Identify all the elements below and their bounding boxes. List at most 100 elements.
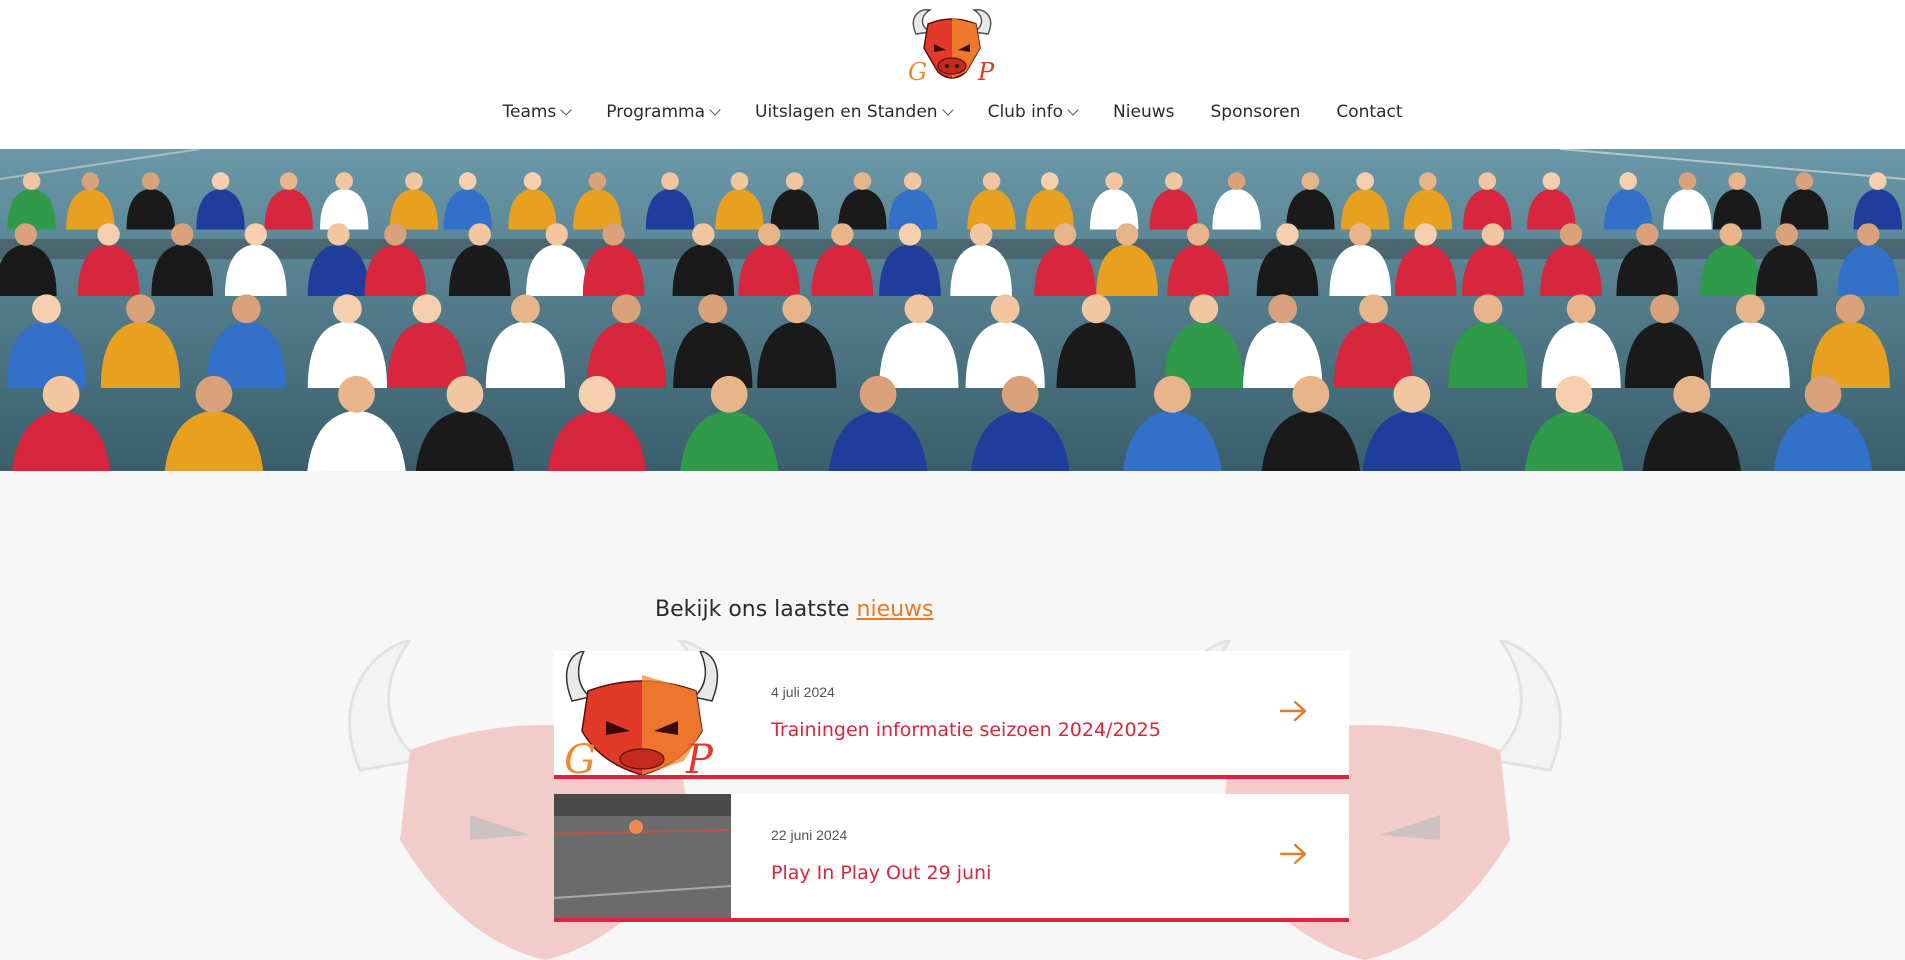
- person-head: [1728, 172, 1746, 190]
- person-head: [730, 172, 749, 190]
- nav-item-contact[interactable]: Contact: [1336, 102, 1402, 122]
- person-head: [338, 375, 375, 413]
- news-card[interactable]: 22 juni 2024 Play In Play Out 29 juni: [554, 794, 1349, 922]
- person-head: [1775, 223, 1798, 246]
- person-head: [1276, 223, 1299, 246]
- person-head: [1481, 223, 1505, 246]
- person-head: [1040, 172, 1059, 190]
- news-intro-text: Bekijk ons laatste: [655, 597, 857, 622]
- svg-text:G: G: [908, 58, 927, 86]
- person-head: [141, 172, 160, 190]
- person-head: [231, 294, 261, 324]
- person-head: [785, 172, 804, 190]
- news-thumbnail: G P: [554, 651, 731, 775]
- person-head: [898, 223, 922, 246]
- nav-label: Programma: [606, 102, 706, 122]
- news-title[interactable]: Play In Play Out 29 juni: [771, 862, 991, 884]
- person-head: [1857, 223, 1880, 246]
- chevron-down-icon: [1067, 103, 1079, 116]
- arrow-right-icon[interactable]: [1279, 842, 1309, 866]
- person-head: [831, 223, 854, 246]
- person-head: [904, 294, 934, 324]
- nav-item-programma[interactable]: Programma: [606, 102, 721, 122]
- person-head: [22, 172, 41, 190]
- person-head: [1227, 172, 1246, 190]
- nav-item-nieuws[interactable]: Nieuws: [1113, 102, 1174, 122]
- person-head: [1268, 294, 1298, 324]
- person-head: [384, 223, 407, 246]
- person-head: [1804, 375, 1842, 413]
- person-head: [412, 294, 442, 324]
- person-head: [97, 223, 120, 246]
- person-head: [1566, 294, 1596, 324]
- person-head: [1186, 223, 1210, 246]
- person-head: [1673, 375, 1711, 413]
- person-head: [1835, 294, 1865, 324]
- bulls-logo-thumbnail: G P: [554, 651, 731, 775]
- person-head: [969, 223, 993, 246]
- person-head: [1636, 223, 1659, 246]
- person-head: [446, 375, 484, 413]
- person-head: [244, 223, 267, 246]
- news-link[interactable]: nieuws: [857, 597, 934, 622]
- svg-text:G: G: [564, 737, 596, 775]
- person-head: [1292, 375, 1330, 413]
- person-head: [332, 294, 362, 324]
- nav-label: Uitslagen en Standen: [755, 102, 938, 122]
- person-head: [1555, 375, 1593, 413]
- person-head: [588, 172, 607, 190]
- news-card[interactable]: G P 4 juli 2024 Trainingen informatie se…: [554, 651, 1349, 779]
- chevron-down-icon: [560, 103, 572, 116]
- arrow-right-icon[interactable]: [1279, 699, 1309, 723]
- person-head: [1473, 294, 1503, 324]
- nav-label: Nieuws: [1113, 102, 1175, 122]
- person-head: [692, 223, 715, 246]
- person-head: [14, 223, 37, 246]
- floor-ball-photo: [554, 794, 731, 918]
- nav-label: Club info: [987, 102, 1064, 122]
- person-head: [405, 172, 423, 190]
- person-head: [327, 223, 350, 246]
- person-head: [1349, 223, 1372, 246]
- person-head: [602, 223, 625, 246]
- person-head: [1559, 223, 1583, 246]
- person-head: [42, 375, 80, 413]
- person-head: [1678, 172, 1697, 190]
- news-date: 4 juli 2024: [771, 684, 835, 700]
- person-head: [335, 172, 354, 190]
- person-head: [1478, 172, 1497, 190]
- person-head: [1001, 375, 1039, 413]
- bulls-logo[interactable]: G P: [906, 6, 998, 88]
- person-head: [1719, 223, 1742, 246]
- person-head: [511, 294, 540, 324]
- news-title[interactable]: Trainingen informatie seizoen 2024/2025: [771, 719, 1161, 741]
- nav-item-teams[interactable]: Teams: [502, 102, 572, 122]
- nav-item-sponsoren[interactable]: Sponsoren: [1210, 102, 1300, 122]
- svg-text:P: P: [685, 737, 714, 775]
- person-head: [710, 375, 748, 413]
- nav-label: Teams: [502, 102, 557, 122]
- site-header: G P Teams Programma Uitslagen en Standen…: [0, 0, 1905, 149]
- person-head: [1868, 172, 1887, 190]
- person-head: [171, 223, 194, 246]
- person-head: [32, 294, 61, 324]
- person-head: [279, 172, 298, 190]
- person-head: [1650, 294, 1679, 324]
- person-head: [126, 294, 155, 324]
- person-head: [661, 172, 679, 190]
- nav-item-club-info[interactable]: Club info: [987, 102, 1079, 122]
- person-head: [1393, 375, 1431, 413]
- nav-item-uitslagen[interactable]: Uitslagen en Standen: [755, 102, 954, 122]
- person-head: [1419, 172, 1437, 190]
- news-intro: Bekijk ons laatste nieuws: [655, 597, 934, 622]
- person-head: [81, 172, 100, 190]
- person-head: [782, 294, 812, 324]
- person-head: [1414, 223, 1437, 246]
- person-head: [1165, 172, 1183, 190]
- person-head: [903, 172, 922, 190]
- nav-label: Contact: [1336, 102, 1403, 122]
- person-head: [1053, 223, 1077, 246]
- person-head: [1081, 294, 1111, 324]
- person-head: [1153, 375, 1191, 413]
- news-date: 22 juni 2024: [771, 827, 848, 843]
